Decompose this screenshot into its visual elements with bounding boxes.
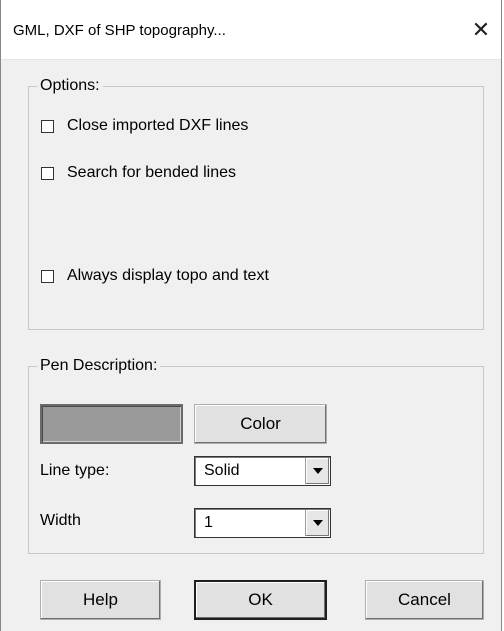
checkbox-box[interactable] [41, 166, 54, 180]
window-title: GML, DXF of SHP topography... [13, 22, 226, 39]
title-bar: GML, DXF of SHP topography... ✕ [1, 0, 501, 60]
options-group-label: Options: [37, 76, 103, 96]
checkbox-box[interactable] [41, 119, 54, 133]
help-button[interactable]: Help [40, 580, 161, 620]
checkbox-label: Search for bended lines [67, 164, 236, 181]
cancel-button-label: Cancel [398, 590, 451, 609]
color-button-label: Color [240, 414, 281, 433]
always-display-topo-checkbox[interactable]: Always display topo and text [41, 267, 269, 285]
ok-button[interactable]: OK [194, 580, 327, 620]
pen-group-label: Pen Description: [37, 356, 161, 376]
close-icon[interactable]: ✕ [461, 10, 501, 50]
checkbox-label: Close imported DXF lines [67, 117, 249, 134]
chevron-down-icon[interactable] [305, 458, 329, 484]
chevron-down-icon[interactable] [305, 510, 329, 536]
width-label: Width [40, 512, 81, 529]
checkbox-label: Always display topo and text [67, 267, 269, 284]
width-value: 1 [204, 514, 213, 531]
pen-color-swatch [40, 404, 183, 444]
close-dxf-lines-checkbox[interactable]: Close imported DXF lines [41, 117, 248, 135]
line-type-select[interactable]: Solid [194, 456, 331, 486]
ok-button-label: OK [248, 590, 273, 609]
search-bended-lines-checkbox[interactable]: Search for bended lines [41, 164, 236, 182]
cancel-button[interactable]: Cancel [365, 580, 484, 620]
help-button-label: Help [83, 590, 118, 609]
line-type-value: Solid [204, 462, 240, 479]
width-select[interactable]: 1 [194, 508, 331, 538]
checkbox-box[interactable] [41, 269, 54, 283]
dialog-window: GML, DXF of SHP topography... ✕ Options:… [0, 0, 502, 631]
color-button[interactable]: Color [194, 404, 327, 444]
line-type-label: Line type: [40, 462, 110, 479]
